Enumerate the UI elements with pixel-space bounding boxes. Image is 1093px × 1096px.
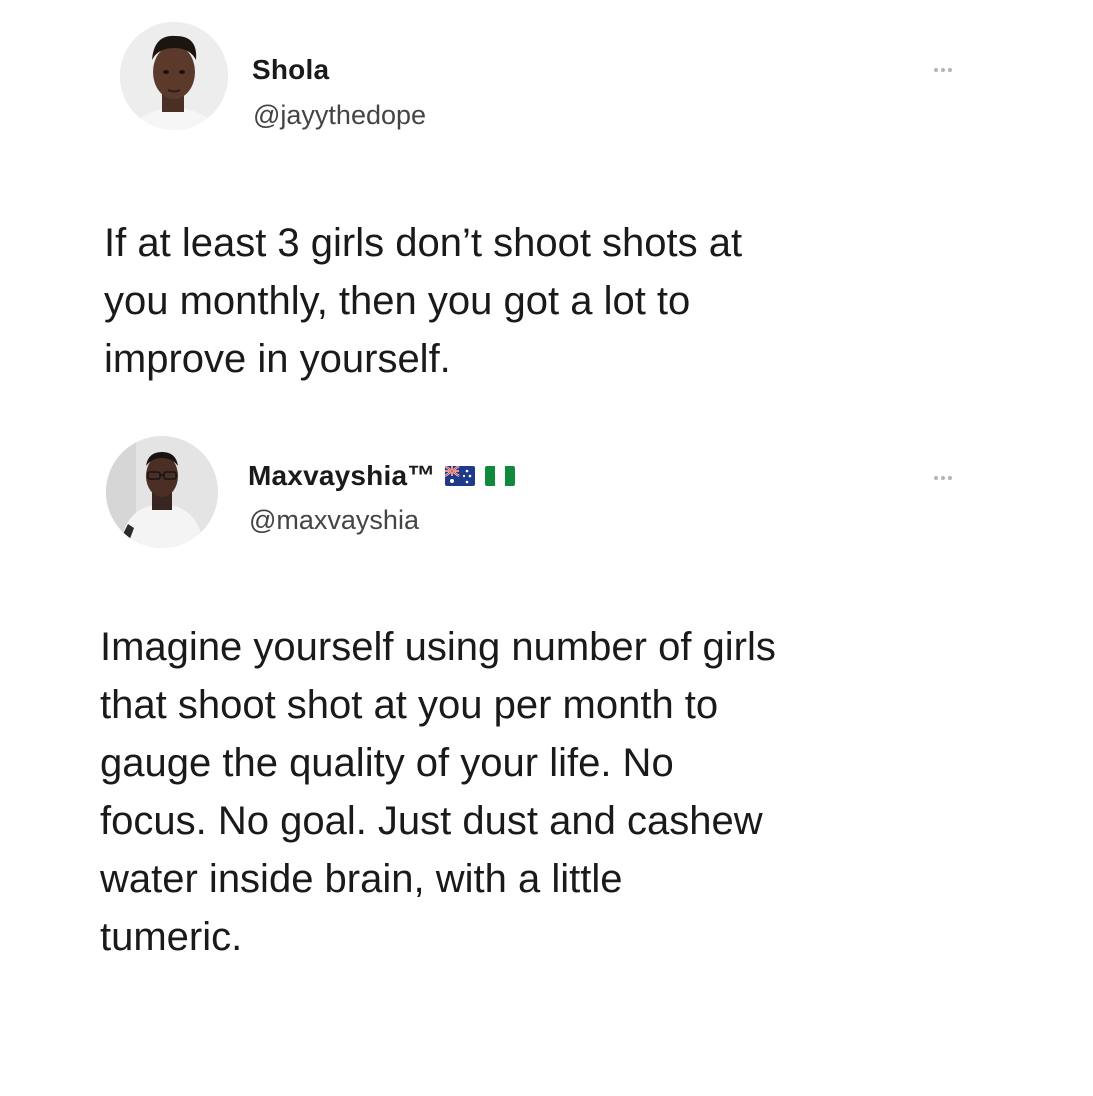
avatar-shola-image — [120, 22, 228, 130]
avatar-shola[interactable] — [120, 22, 228, 130]
avatar-maxvayshia[interactable] — [106, 436, 218, 548]
more-options-icon[interactable] — [934, 68, 952, 72]
user-handle[interactable]: @maxvayshia — [249, 505, 419, 536]
more-options-icon[interactable] — [934, 476, 952, 480]
tweet-text: If at least 3 girls don’t shoot shots at… — [104, 221, 743, 381]
user-handle[interactable]: @jayythedope — [253, 100, 426, 131]
name-row: Maxvayshia™ — [248, 460, 516, 492]
australia-flag-icon — [445, 466, 476, 486]
name-row: Shola — [252, 54, 329, 86]
nigeria-flag-icon — [485, 466, 516, 486]
display-name[interactable]: Shola — [252, 54, 329, 86]
avatar-maxvayshia-image — [106, 436, 218, 548]
tweet-text: Imagine yourself using number of girls t… — [100, 625, 776, 959]
display-name[interactable]: Maxvayshia™ — [248, 460, 435, 492]
